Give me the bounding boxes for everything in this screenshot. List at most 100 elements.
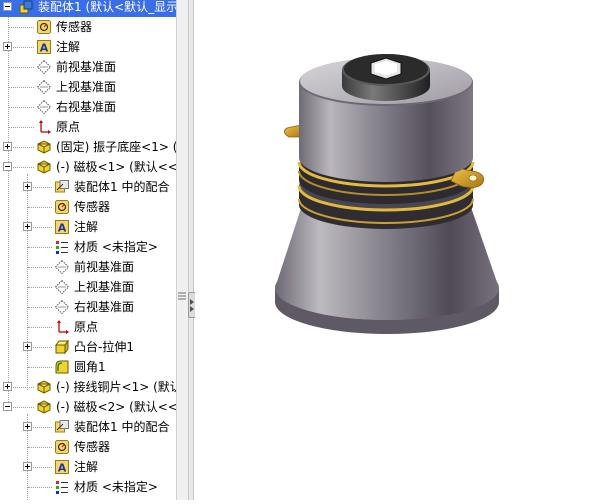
expand-icon[interactable]: [23, 342, 32, 351]
tree-item[interactable]: A 注解: [0, 457, 176, 477]
tree-item[interactable]: A 注解: [0, 217, 176, 237]
tree-connector-line: [9, 47, 34, 48]
plane-icon: [36, 59, 52, 75]
transducer-model[interactable]: [195, 0, 608, 500]
tree-connector-line: [9, 87, 34, 88]
expand-icon[interactable]: [23, 422, 32, 431]
tree-item-label: (固定) 振子底座<1> (默认: [56, 140, 176, 154]
extrude-icon: [54, 339, 70, 355]
feature-manager-tree: 装配体1 (默认<默认_显示状 传感器 A 注解 前视基准面 上视基准面 右视基准面 原点 (固…: [0, 0, 176, 500]
tree-item[interactable]: 传感器: [0, 17, 176, 37]
plane-icon: [36, 79, 52, 95]
tree-item[interactable]: 右视基准面: [0, 297, 176, 317]
tree-item[interactable]: (-) 磁极<2> (默认<<默认: [0, 397, 176, 417]
tree-item-label: 上视基准面: [74, 280, 135, 294]
tree-connector-line: [28, 307, 52, 308]
tree-item[interactable]: A 注解: [0, 37, 176, 57]
tree-connector-line: [9, 67, 34, 68]
tree-connector-line: [28, 287, 52, 288]
expand-icon[interactable]: [3, 382, 12, 391]
tree-connector-line: [9, 107, 34, 108]
svg-text:A: A: [58, 462, 67, 475]
tree-item[interactable]: 装配体1 中的配合: [0, 417, 176, 437]
annotation-icon: A: [54, 219, 70, 235]
hex-socket-bolt[interactable]: [342, 54, 430, 101]
tree-item[interactable]: 传感器: [0, 437, 176, 457]
tree-item-label: 前视基准面: [56, 60, 117, 74]
tree-connector-line: [9, 147, 34, 148]
annotation-icon: A: [36, 39, 52, 55]
tree-item-label: 材质 <未指定>: [74, 240, 158, 254]
tree-item-label: 装配体1 中的配合: [74, 180, 170, 194]
svg-text:A: A: [58, 222, 67, 235]
grip-icon: [178, 292, 186, 300]
tree-item-label: 装配体1 中的配合: [74, 420, 170, 434]
tree-connector-line: [9, 127, 34, 128]
material-icon: [54, 239, 70, 255]
tree-item-label: (-) 磁极<1> (默认<<默认: [56, 160, 176, 174]
part-icon: [36, 159, 52, 175]
sensor-icon: [36, 19, 52, 35]
sensor-icon: [54, 439, 70, 455]
expand-icon[interactable]: [3, 142, 12, 151]
collapse-icon[interactable]: [3, 2, 12, 11]
origin-icon: [54, 319, 70, 335]
tree-item-label: 圆角1: [74, 360, 106, 374]
tree-item-label: (-) 磁极<2> (默认<<默认: [56, 400, 176, 414]
tree-item-label: 传感器: [74, 200, 111, 214]
tree-item-label: 传感器: [74, 440, 111, 454]
tree-item-label: 上视基准面: [56, 80, 117, 94]
mates-icon: [54, 179, 70, 195]
tree-item-label: 材质 <未指定>: [74, 480, 158, 494]
tree-item-label: 装配体1 (默认<默认_显示状: [38, 0, 176, 14]
fillet-icon: [54, 359, 70, 375]
expand-icon[interactable]: [3, 42, 12, 51]
tree-item[interactable]: 材质 <未指定>: [0, 237, 176, 257]
tree-item-label: 注解: [74, 220, 99, 234]
tree-item[interactable]: 前视基准面: [0, 257, 176, 277]
tree-item-label: 凸台-拉伸1: [74, 340, 134, 354]
tree-item[interactable]: 原点: [0, 117, 176, 137]
tree-item-label: 原点: [56, 120, 81, 134]
tree-item[interactable]: 装配体1 (默认<默认_显示状: [0, 0, 176, 17]
tree-item[interactable]: 上视基准面: [0, 277, 176, 297]
tree-connector-line: [28, 207, 52, 208]
collapse-icon[interactable]: [3, 402, 12, 411]
tree-item[interactable]: 圆角1: [0, 357, 176, 377]
panel-splitter[interactable]: [188, 0, 194, 500]
tree-connector-line: [9, 387, 34, 388]
graphics-viewport[interactable]: [195, 0, 608, 500]
expand-icon[interactable]: [23, 462, 32, 471]
expand-icon[interactable]: [23, 182, 32, 191]
tree-item-label: (-) 接线铜片<1> (默认<<: [56, 380, 176, 394]
mates-icon: [54, 419, 70, 435]
part-icon: [36, 379, 52, 395]
tree-item[interactable]: 凸台-拉伸1: [0, 337, 176, 357]
tree-item[interactable]: 材质 <未指定>: [0, 477, 176, 497]
collapse-icon[interactable]: [3, 162, 12, 171]
plane-icon: [54, 279, 70, 295]
tree-item[interactable]: (-) 接线铜片<1> (默认<<: [0, 377, 176, 397]
tree-item[interactable]: 原点: [0, 317, 176, 337]
tree-item[interactable]: 装配体1 中的配合: [0, 177, 176, 197]
tree-item[interactable]: (-) 磁极<1> (默认<<默认: [0, 157, 176, 177]
part-icon: [36, 399, 52, 415]
tree-vertical-scrollbar[interactable]: [176, 0, 188, 500]
tree-item[interactable]: 上视基准面: [0, 77, 176, 97]
material-icon: [54, 479, 70, 495]
tree-item[interactable]: 传感器: [0, 197, 176, 217]
tree-connector-line: [9, 407, 34, 408]
tree-item[interactable]: 右视基准面: [0, 97, 176, 117]
tree-item[interactable]: (固定) 振子底座<1> (默认: [0, 137, 176, 157]
tree-connector-line: [28, 267, 52, 268]
expand-icon[interactable]: [23, 222, 32, 231]
assembly-icon: [18, 0, 34, 15]
tree-item-label: 注解: [56, 40, 81, 54]
tree-item[interactable]: 前视基准面: [0, 57, 176, 77]
tree-connector-line: [28, 247, 52, 248]
plane-icon: [36, 99, 52, 115]
tree-connector-line: [28, 367, 52, 368]
tree-item-label: 右视基准面: [56, 100, 117, 114]
plane-icon: [54, 299, 70, 315]
tree-item-label: 右视基准面: [74, 300, 135, 314]
